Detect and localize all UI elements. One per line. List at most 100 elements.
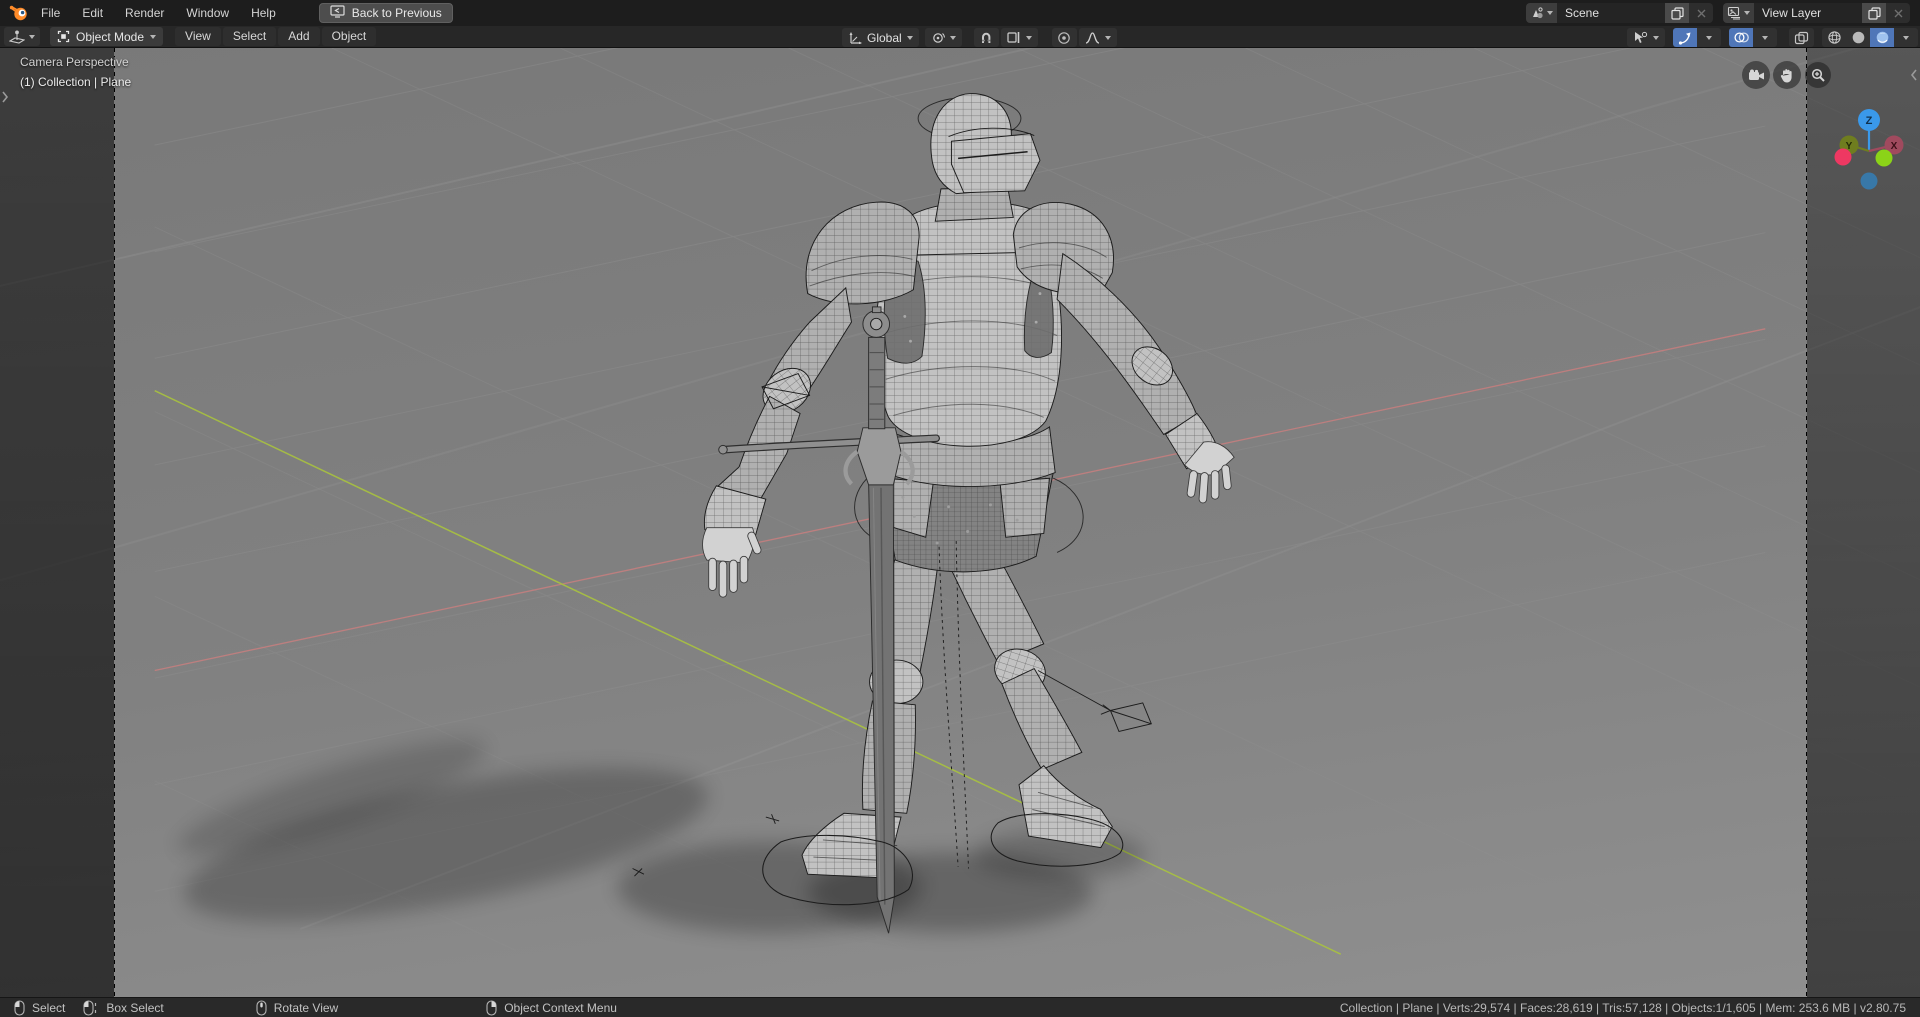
chevron-down-icon: [1744, 11, 1750, 15]
toolbar-expand-arrow[interactable]: [1, 90, 9, 107]
view-layer-remove-button[interactable]: [1886, 3, 1910, 23]
editor-type-button[interactable]: [4, 27, 40, 46]
menu-object[interactable]: Object: [322, 27, 377, 46]
menu-edit[interactable]: Edit: [71, 3, 114, 23]
overlays-dropdown[interactable]: [1753, 28, 1777, 47]
ground-shadows: [169, 720, 1146, 954]
zoom-view-button[interactable]: [1805, 62, 1831, 88]
blender-logo-icon[interactable]: [8, 4, 30, 22]
scene-canvas: [0, 48, 1920, 997]
copy-stack-icon: [1868, 7, 1881, 20]
chevron-down-icon: [1547, 11, 1553, 15]
hand-icon: [1780, 68, 1794, 83]
hint-select: Select: [14, 1000, 65, 1016]
overlays-icon: [1734, 31, 1749, 44]
menu-add[interactable]: Add: [278, 27, 319, 46]
viewport-header: Object Mode View Select Add Object Globa…: [0, 26, 1920, 48]
copy-stack-icon: [1671, 7, 1684, 20]
display-controls: [1621, 27, 1918, 48]
menu-help[interactable]: Help: [240, 3, 287, 23]
sidebar-expand-arrow[interactable]: [1910, 68, 1918, 85]
chevron-down-icon: [1762, 36, 1768, 40]
proportional-editing-toggle[interactable]: [1052, 28, 1077, 47]
move-view-button[interactable]: [1773, 61, 1801, 89]
topbar: File Edit Render Window Help Back to Pre…: [0, 0, 1920, 26]
knight-model[interactable]: [633, 94, 1235, 934]
status-bar: Select Box Select Rotate View Object Con…: [0, 997, 1920, 1017]
shading-wireframe-button[interactable]: [1822, 28, 1846, 47]
menu-render[interactable]: Render: [114, 3, 175, 23]
scene-name-field[interactable]: Scene: [1557, 3, 1665, 23]
view-layer-new-copy-button[interactable]: [1862, 3, 1886, 23]
transform-controls: Global: [836, 27, 1117, 48]
viewport-3d[interactable]: Camera Perspective (1) Collection | Plan…: [0, 48, 1920, 997]
shading-solid-icon: [1851, 30, 1866, 45]
gizmo-z-label: Z: [1866, 115, 1873, 127]
back-to-previous-label: Back to Previous: [352, 6, 442, 20]
view-layer-selector: View Layer: [1723, 3, 1910, 23]
gizmo-icon: [1678, 31, 1692, 45]
scene-unlink-button[interactable]: [1689, 3, 1713, 23]
mouse-left-drag-icon: [83, 1000, 99, 1016]
shading-dropdown[interactable]: [1894, 28, 1918, 47]
shading-material-button[interactable]: [1870, 28, 1894, 47]
blender-window: File Edit Render Window Help Back to Pre…: [0, 0, 1920, 1017]
gizmo-z-neg-axis[interactable]: [1861, 173, 1878, 190]
navigation-gizmo[interactable]: Z Y X: [1800, 88, 1920, 208]
camera-icon: [1748, 69, 1765, 82]
gizmo-y-neg-axis[interactable]: [1876, 150, 1893, 167]
gizmos-toggle[interactable]: [1673, 28, 1697, 47]
cursor-eye-icon: [1633, 31, 1648, 45]
orientation-axes-icon: [848, 31, 862, 44]
close-icon: [1697, 9, 1706, 18]
snap-toggle[interactable]: [974, 28, 999, 47]
overlays-toggle[interactable]: [1729, 28, 1753, 47]
scene-selector: Scene: [1526, 3, 1713, 23]
pivot-point-dropdown[interactable]: [925, 28, 962, 47]
view-layer-browse-button[interactable]: [1723, 3, 1754, 23]
transform-orientation-dropdown[interactable]: Global: [842, 28, 919, 47]
view-layer-name-field[interactable]: View Layer: [1754, 3, 1862, 23]
shading-material-preview-icon: [1875, 30, 1890, 45]
xray-icon: [1794, 31, 1809, 45]
close-icon: [1894, 9, 1903, 18]
camera-view-button[interactable]: [1742, 61, 1770, 89]
menu-window[interactable]: Window: [175, 3, 240, 23]
scene-new-copy-button[interactable]: [1665, 3, 1689, 23]
chevron-down-icon: [1026, 36, 1032, 40]
view-layer-icon: [1727, 6, 1742, 20]
editor-3d-viewport-icon: [9, 30, 25, 44]
proportional-falloff-dropdown[interactable]: [1079, 28, 1117, 47]
mode-label: Object Mode: [76, 30, 144, 44]
menu-view[interactable]: View: [175, 27, 221, 46]
mouse-right-icon: [486, 1000, 497, 1016]
menu-select[interactable]: Select: [223, 27, 276, 46]
view-name-overlay: Camera Perspective: [20, 55, 129, 69]
gizmo-x-label: X: [1891, 141, 1898, 152]
mode-dropdown[interactable]: Object Mode: [50, 27, 163, 46]
hint-label: Object Context Menu: [504, 1001, 617, 1015]
object-visibility-dropdown[interactable]: [1627, 28, 1665, 47]
magnifier-plus-icon: [1811, 68, 1825, 82]
back-screen-icon: [330, 5, 345, 21]
shading-solid-button[interactable]: [1846, 28, 1870, 47]
snap-target-dropdown[interactable]: [1001, 28, 1038, 47]
hint-label: Select: [32, 1001, 65, 1015]
xray-toggle[interactable]: [1789, 28, 1814, 47]
chevron-down-icon: [1706, 36, 1712, 40]
gizmo-y-label: Y: [1846, 141, 1853, 152]
hint-label: Rotate View: [274, 1001, 338, 1015]
mouse-left-icon: [14, 1000, 25, 1016]
falloff-curve-icon: [1085, 32, 1100, 44]
hint-context-menu: Object Context Menu: [486, 1000, 617, 1016]
scene-icon: [1530, 6, 1545, 20]
active-object-overlay: (1) Collection | Plane: [20, 75, 131, 89]
mouse-middle-icon: [256, 1000, 267, 1016]
scene-browse-button[interactable]: [1526, 3, 1557, 23]
back-to-previous-button[interactable]: Back to Previous: [319, 3, 453, 23]
shading-wireframe-icon: [1827, 30, 1842, 45]
gizmos-dropdown[interactable]: [1697, 28, 1721, 47]
menu-file[interactable]: File: [30, 3, 71, 23]
snap-increment-icon: [1007, 31, 1021, 44]
chevron-down-icon: [1105, 36, 1111, 40]
